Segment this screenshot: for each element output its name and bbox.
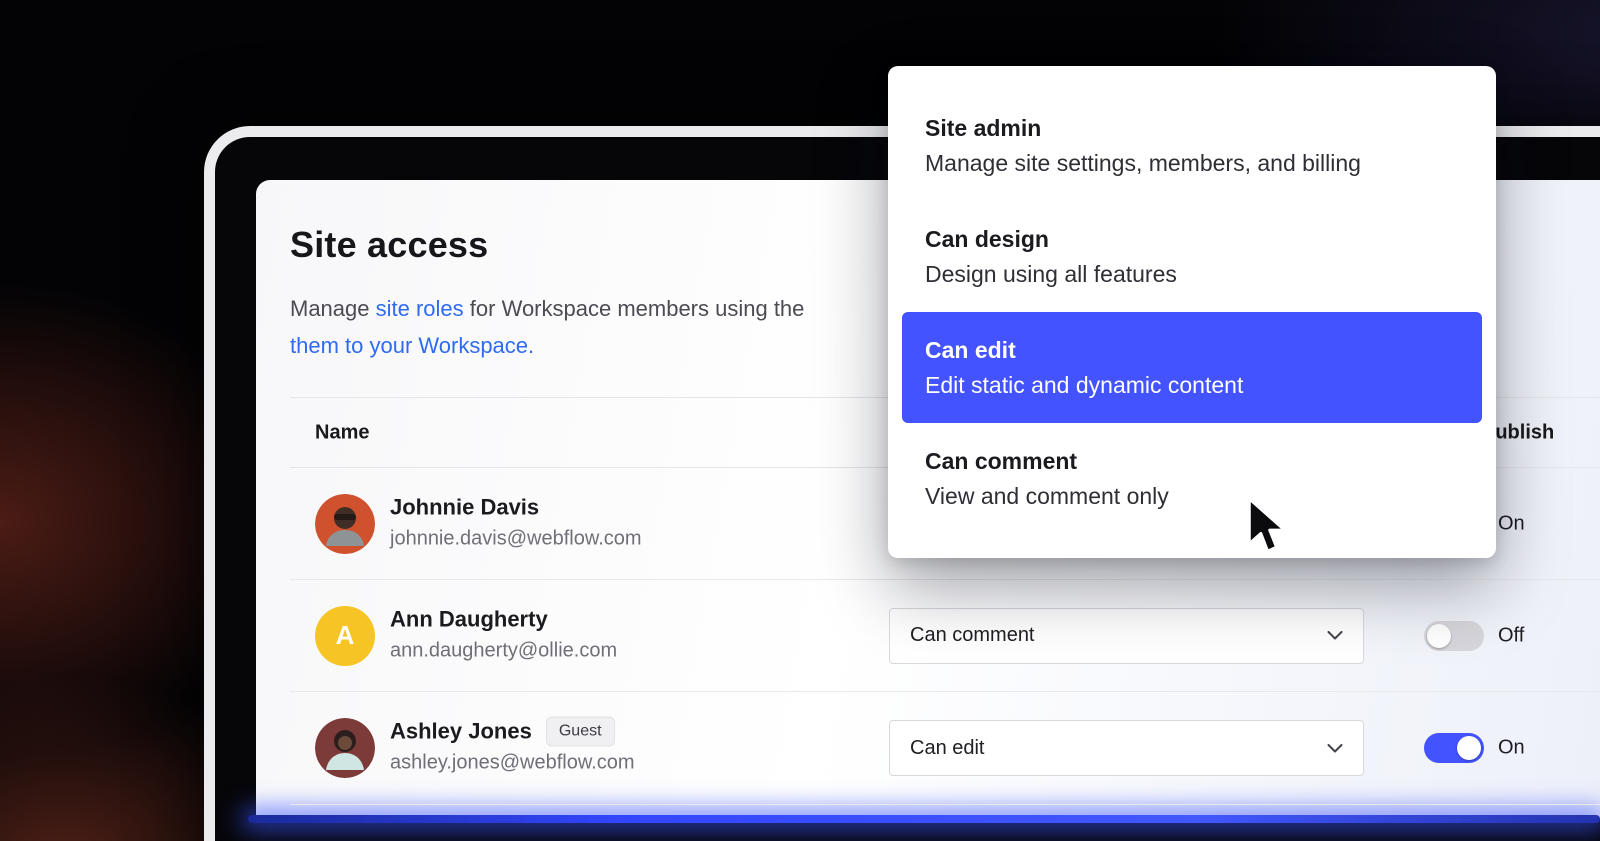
page-title: Site access (290, 224, 489, 265)
publish-toggle[interactable] (1424, 620, 1484, 651)
member-info: Ashley Jones Guest ashley.jones@webflow.c… (390, 716, 635, 780)
member-name: Ann Daugherty (390, 606, 548, 631)
page-description: Manage site roles for Workspace members … (290, 290, 804, 364)
screen-bottom-glow (248, 815, 1600, 823)
avatar-photo (315, 493, 375, 554)
menu-item-can-design[interactable]: Can design Design using all features (888, 201, 1496, 312)
member-name: Johnnie Davis (390, 494, 540, 519)
menu-item-can-comment[interactable]: Can comment View and comment only (888, 423, 1496, 534)
publish-state-label: On (1498, 512, 1525, 534)
publish-state-label: On (1498, 736, 1525, 759)
description-line-2: them to your Workspace. (290, 327, 804, 364)
member-info: Johnnie Davis johnnie.davis@webflow.com (390, 492, 642, 555)
avatar (315, 493, 375, 554)
menu-item-description: View and comment only (925, 483, 1169, 509)
description-text: Manage (290, 296, 376, 321)
chevron-down-icon (1327, 631, 1343, 640)
toggle-knob (1457, 736, 1481, 760)
role-select[interactable]: Can edit (889, 720, 1364, 776)
table-row: Ashley Jones Guest ashley.jones@webflow.c… (290, 692, 1600, 805)
menu-item-title: Can comment (925, 448, 1078, 474)
role-select-value: Can comment (910, 624, 1035, 646)
column-header-name: Name (315, 421, 370, 443)
menu-item-title: Can design (925, 226, 1049, 252)
publish-toggle[interactable] (1424, 733, 1484, 763)
workspace-link[interactable]: them to your Workspace. (290, 333, 534, 358)
avatar: A (315, 605, 375, 666)
member-email: ann.daugherty@ollie.com (390, 639, 618, 661)
avatar (315, 718, 375, 778)
menu-item-can-edit[interactable]: Can edit Edit static and dynamic content (902, 312, 1482, 423)
member-name: Ashley Jones Guest (390, 716, 635, 747)
menu-item-description: Manage site settings, members, and billi… (925, 150, 1361, 176)
menu-item-description: Design using all features (925, 261, 1177, 287)
menu-item-site-admin[interactable]: Site admin Manage site settings, members… (888, 90, 1496, 201)
role-select[interactable]: Can comment (889, 607, 1364, 664)
menu-item-title: Site admin (925, 115, 1042, 141)
role-select-value: Can edit (910, 736, 985, 759)
avatar-photo (315, 718, 375, 778)
desktop-background: Site access Manage site roles for Worksp… (0, 0, 1600, 841)
mouse-cursor-icon (1246, 496, 1288, 561)
chevron-down-icon (1327, 743, 1343, 752)
menu-item-description: Edit static and dynamic content (925, 372, 1244, 398)
member-name-text: Ashley Jones (390, 718, 532, 744)
description-text: for Workspace members using the (463, 296, 805, 321)
table-row: A Ann Daugherty ann.daugherty@ollie.com … (290, 580, 1600, 692)
description-line-1: Manage site roles for Workspace members … (290, 290, 804, 327)
member-email: johnnie.davis@webflow.com (390, 527, 642, 549)
guest-badge: Guest (545, 716, 615, 747)
publish-state-label: Off (1498, 624, 1525, 646)
toggle-knob (1427, 623, 1451, 648)
site-roles-link[interactable]: site roles (376, 296, 464, 321)
role-dropdown-menu: Site admin Manage site settings, members… (888, 66, 1496, 558)
menu-item-title: Can edit (925, 337, 1016, 363)
member-info: Ann Daugherty ann.daugherty@ollie.com (390, 604, 617, 667)
member-email: ashley.jones@webflow.com (390, 751, 635, 774)
